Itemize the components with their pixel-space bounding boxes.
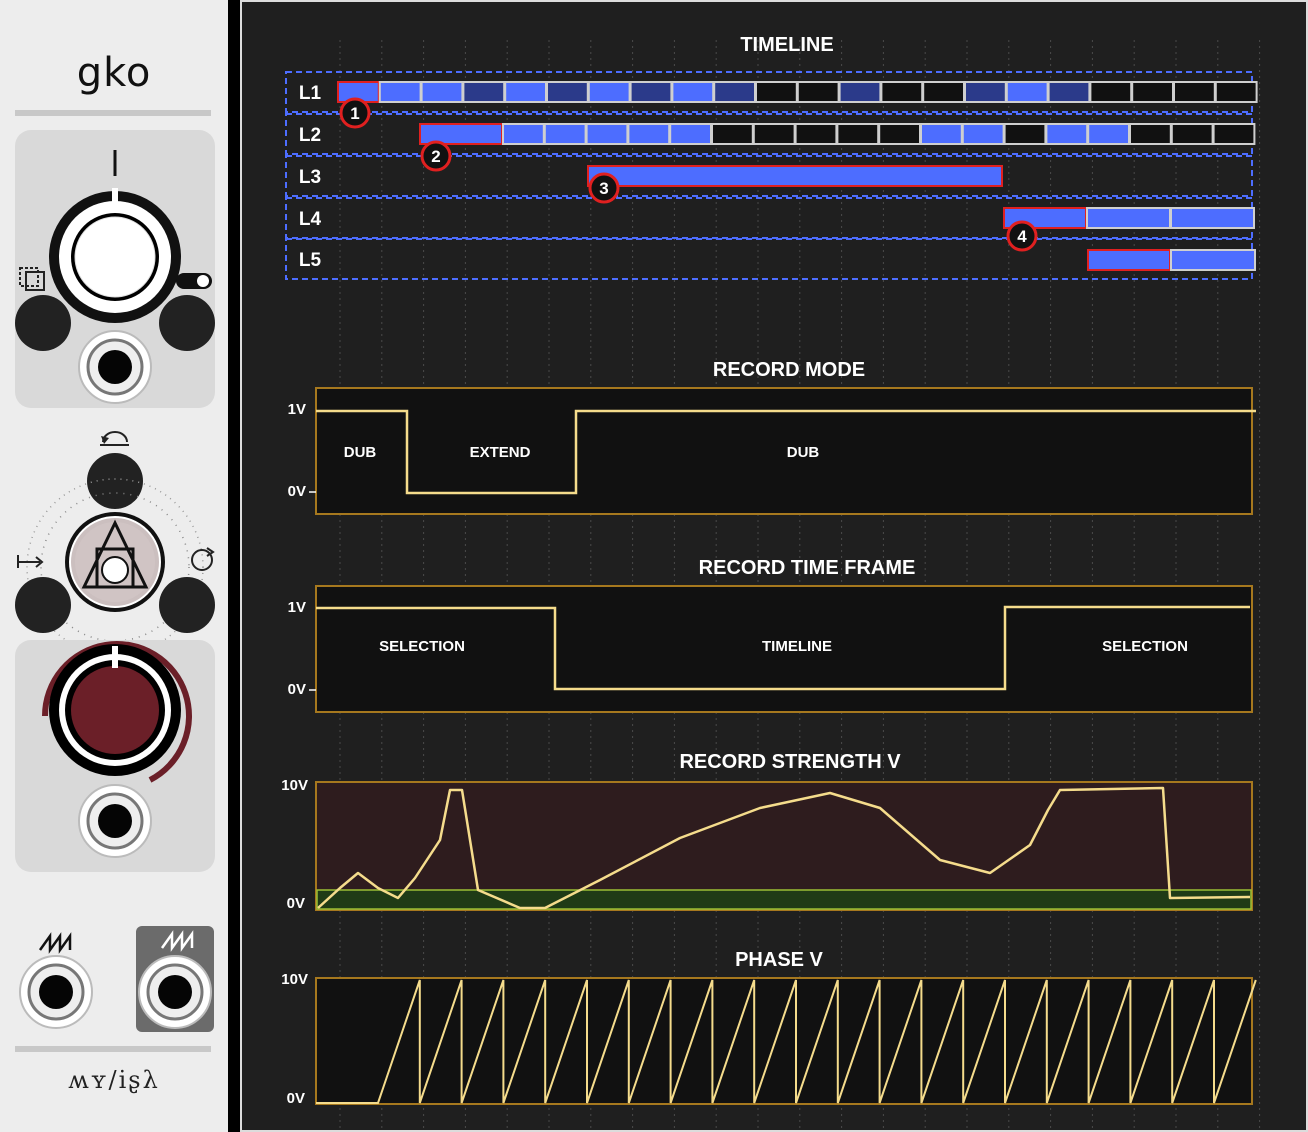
record-time-frame-region-label: SELECTION: [379, 638, 465, 655]
layer-label: L1: [299, 83, 322, 104]
undo-icon: [100, 431, 129, 446]
timeline-segment: [1212, 123, 1256, 145]
module-panel: gko ʍʏ/iʂλ: [0, 0, 228, 1132]
y-axis-label: 0V: [288, 483, 306, 500]
timeline-segment: [922, 81, 966, 103]
timeline-segment: [1045, 123, 1089, 145]
timeline-segment: [1170, 249, 1256, 271]
phase-title: PHASE V: [735, 949, 823, 971]
timeline-segment: [1170, 123, 1214, 145]
timeline-segment: [1170, 207, 1255, 229]
timeline-segment: [543, 123, 587, 145]
record-strength-title: RECORD STRENGTH V: [679, 751, 901, 773]
timeline-segment: [1047, 81, 1091, 103]
loop-button[interactable]: [159, 577, 215, 633]
y-axis-label: 0V: [287, 1090, 305, 1107]
timeline-marker-label: 2: [431, 147, 440, 166]
layer-label: L3: [299, 167, 321, 188]
button-left-top[interactable]: [15, 295, 71, 351]
y-axis-label: 0V: [288, 681, 306, 698]
timeline-segment: [420, 81, 464, 103]
timeline-segment: [880, 81, 924, 103]
timeline-segment: [1131, 81, 1175, 103]
timeline-marker-label: 4: [1017, 227, 1027, 246]
timeline-title: TIMELINE: [740, 34, 834, 56]
timeline-segment: [462, 81, 506, 103]
jack-phase-in[interactable]: [19, 955, 93, 1029]
record-mode-frame: [315, 387, 1253, 515]
y-axis-label: 10V: [281, 971, 308, 988]
timeline-segment: [1003, 123, 1047, 145]
y-axis-label: 1V: [288, 401, 306, 418]
timeline-segment: [546, 81, 589, 103]
timeline-segment: [629, 81, 673, 103]
timeline-segment: [878, 123, 922, 145]
timeline-segment: [504, 81, 548, 103]
timeline-segment: [836, 123, 880, 145]
button-right-top[interactable]: [159, 295, 215, 351]
timeline-segment: [1214, 81, 1258, 103]
record-mode-region-label: DUB: [787, 444, 820, 461]
record-time-frame-region-label: TIMELINE: [762, 638, 832, 655]
record-time-frame-region-label: SELECTION: [1102, 638, 1188, 655]
timeline-segment: [585, 123, 629, 145]
timeline-segment: [587, 165, 1003, 187]
layer-label: L2: [299, 125, 321, 146]
timeline-segment: [669, 123, 713, 145]
title-divider: [15, 110, 211, 116]
record-mode-region-label: DUB: [344, 444, 377, 461]
timeline-segment: [587, 81, 631, 103]
y-axis-label: 1V: [288, 599, 306, 616]
jack-input-top[interactable]: [78, 330, 152, 404]
layer-label: L5: [299, 250, 322, 271]
timeline-marker-label: 1: [350, 104, 359, 123]
timeline-segment: [671, 81, 715, 103]
record-mode-title: RECORD MODE: [712, 359, 866, 381]
brand-divider: [15, 1046, 211, 1052]
timeline-segment: [713, 81, 757, 103]
skip-button[interactable]: [15, 577, 71, 633]
jack-phase-out[interactable]: [138, 955, 212, 1029]
timeline-segment: [1087, 123, 1131, 145]
y-axis-label: 0V: [287, 895, 305, 912]
skip-forward-icon: [17, 555, 44, 568]
timeline-segment: [378, 81, 422, 103]
y-axis-label: 10V: [281, 777, 308, 794]
brand-logo: ʍʏ/iʂλ: [68, 1066, 160, 1094]
timeline-segment: [502, 123, 545, 145]
timeline-segment: [1086, 207, 1171, 229]
timeline-segment: [755, 81, 798, 103]
timeline-segment: [920, 123, 963, 145]
undo-button[interactable]: [87, 453, 143, 509]
loop-icon: [191, 547, 215, 571]
timeline-marker-label: 3: [599, 179, 608, 198]
timeline-segment: [961, 123, 1005, 145]
jack-strength[interactable]: [78, 784, 152, 858]
timeline-segment: [711, 123, 754, 145]
timeline-segment: [1005, 81, 1049, 103]
timeline-segment: [752, 123, 796, 145]
timeline-segment: [1173, 81, 1216, 103]
record-mode-region-label: EXTEND: [470, 444, 531, 461]
timeline-segment: [838, 81, 882, 103]
timeline-segment: [1087, 249, 1171, 271]
timeline-segment: [964, 81, 1007, 103]
timeline-segment: [627, 123, 671, 145]
record-time-frame-title: RECORD TIME FRAME: [698, 557, 916, 579]
timeline-segment: [796, 81, 840, 103]
layer-label: L4: [299, 209, 322, 230]
record-threshold-band: [316, 889, 1252, 910]
timeline-segment: [1089, 81, 1133, 103]
timeline-segment: [794, 123, 838, 145]
scope-display: L1 L2 L3 L4 L5 1 2 3 4 1V 0V DUB EXTEND DUB 1V 0V SELECT…: [240, 0, 1308, 1132]
timeline-segment: [1129, 123, 1172, 145]
alchemy-triangle-icon[interactable]: [65, 512, 165, 612]
sawtooth-phase-icon: [38, 932, 72, 954]
toggle-switch-icon: [176, 273, 212, 289]
